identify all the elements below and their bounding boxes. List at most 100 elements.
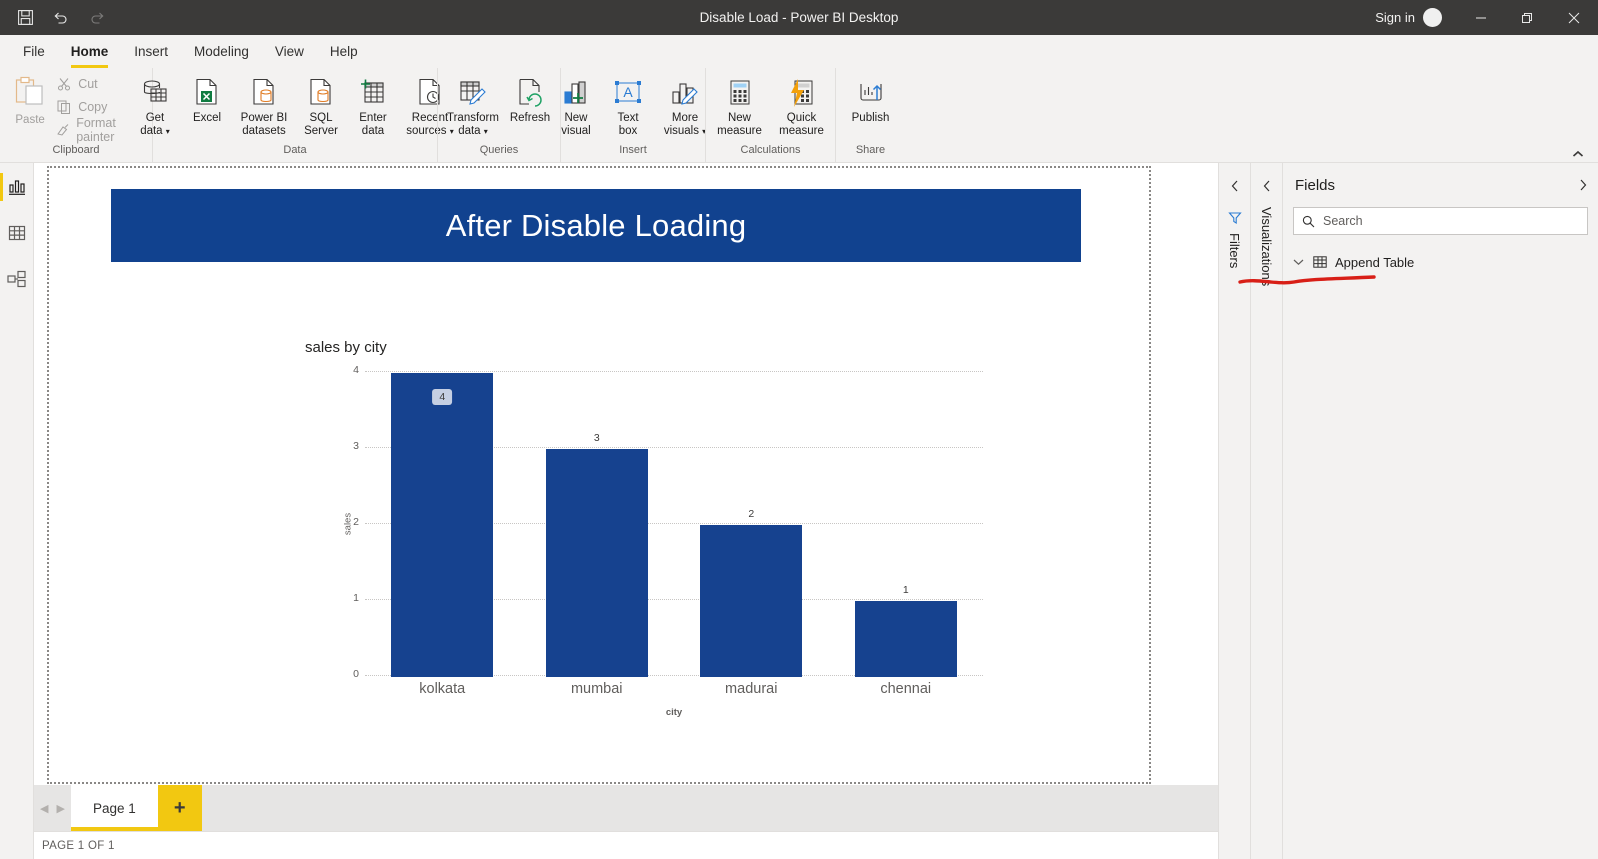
x-axis-label[interactable]: chennai — [855, 681, 957, 697]
data-label-mumbai: 3 — [593, 432, 600, 444]
get-data-button[interactable]: Get data ▾ — [129, 72, 181, 138]
ribbon: Paste Cut Copy Format painter Clipboard … — [0, 68, 1598, 163]
x-axis-labels: kolkata mumbai madurai chennai — [365, 681, 983, 697]
sign-in-button[interactable]: Sign in — [1367, 10, 1423, 25]
title-banner-visual[interactable]: After Disable Loading — [111, 189, 1081, 262]
scissors-icon — [56, 76, 72, 92]
bar-column-chennai[interactable]: 1 — [854, 371, 957, 677]
y-axis-tick: 3 — [353, 440, 359, 452]
paste-label: Paste — [15, 114, 45, 126]
tab-view[interactable]: View — [262, 35, 317, 68]
bar-column-madurai[interactable]: 2 — [700, 371, 803, 677]
chevron-left-icon[interactable]: ◀ — [40, 802, 48, 815]
ribbon-tabs: File Home Insert Modeling View Help — [0, 35, 1598, 68]
tab-file[interactable]: File — [10, 35, 58, 68]
bar-chennai[interactable] — [854, 601, 957, 677]
filters-rail[interactable]: Filters — [1218, 163, 1250, 859]
avatar[interactable] — [1423, 8, 1442, 27]
chevron-right-icon[interactable]: ▶ — [56, 802, 64, 815]
enter-data-line2: data — [361, 125, 385, 137]
page-tab-page-1[interactable]: Page 1 — [70, 785, 158, 831]
visualizations-rail[interactable]: Visualizations — [1250, 163, 1282, 859]
text-box-line2: box — [618, 125, 638, 137]
refresh-button[interactable]: Refresh — [504, 72, 556, 125]
ribbon-group-label-share: Share — [855, 144, 886, 156]
y-axis-tick: 2 — [353, 516, 359, 528]
new-visual-line2: visual — [561, 125, 591, 137]
ribbon-group-label-queries: Queries — [479, 144, 519, 156]
publish-button[interactable]: Publish — [840, 72, 902, 125]
powerbi-datasets-line2: datasets — [242, 125, 286, 137]
excel-label: Excel — [192, 112, 222, 124]
text-box-icon: A — [613, 76, 643, 110]
text-box-button[interactable]: A Text box — [602, 72, 654, 138]
field-table-label: Append Table — [1335, 254, 1415, 270]
copy-icon — [56, 99, 72, 115]
bar-series: 4 3 2 1 — [365, 371, 983, 677]
transform-data-button[interactable]: Transform data ▾ — [442, 72, 504, 138]
x-axis-label[interactable]: madurai — [700, 681, 802, 697]
enter-data-button[interactable]: Enter data — [347, 72, 399, 138]
chevron-left-icon[interactable] — [1230, 175, 1240, 197]
quick-access-toolbar — [0, 7, 108, 29]
sales-by-city-chart[interactable]: sales by city sales 4 3 2 1 0 4 3 2 1 ko… — [293, 339, 983, 729]
banner-text: After Disable Loading — [445, 207, 747, 243]
x-axis-label[interactable]: kolkata — [391, 681, 493, 697]
refresh-icon — [516, 76, 544, 110]
bar-column-mumbai[interactable]: 3 — [545, 371, 648, 677]
excel-button[interactable]: Excel — [181, 72, 233, 125]
tab-home[interactable]: Home — [58, 35, 122, 68]
new-visual-icon — [561, 76, 591, 110]
powerbi-datasets-icon — [250, 76, 278, 110]
search-icon — [1302, 215, 1315, 228]
new-visual-line1: New — [564, 112, 588, 124]
tab-insert[interactable]: Insert — [121, 35, 181, 68]
bar-mumbai[interactable] — [545, 449, 648, 677]
bar-madurai[interactable] — [700, 525, 803, 677]
bar-column-kolkata[interactable]: 4 — [391, 371, 494, 677]
add-page-button[interactable]: + — [157, 785, 202, 831]
restore-icon[interactable] — [1504, 0, 1550, 35]
report-bar-chart-icon — [8, 178, 26, 196]
new-measure-line1: New — [727, 112, 751, 124]
undo-icon[interactable] — [50, 7, 72, 29]
close-icon[interactable] — [1550, 0, 1598, 35]
status-text: PAGE 1 OF 1 — [42, 839, 115, 852]
tab-modeling[interactable]: Modeling — [181, 35, 262, 68]
collapse-ribbon-icon[interactable] — [1568, 146, 1588, 162]
sidebar-item-model-view[interactable] — [0, 263, 34, 295]
quick-measure-icon — [789, 76, 815, 110]
tab-help[interactable]: Help — [317, 35, 371, 68]
search-input[interactable]: Search — [1293, 207, 1588, 235]
field-table-append-table[interactable]: Append Table — [1283, 251, 1598, 273]
sidebar-item-report-view[interactable] — [0, 171, 34, 203]
new-measure-line2: measure — [717, 125, 762, 137]
report-canvas[interactable]: After Disable Loading sales by city sale… — [47, 166, 1151, 784]
bar-kolkata[interactable] — [391, 373, 494, 677]
chevron-down-icon[interactable]: ▾ — [484, 127, 488, 136]
new-measure-button[interactable]: New measure — [709, 72, 771, 138]
sidebar-item-data-view[interactable] — [0, 217, 34, 249]
filters-rail-label: Filters — [1227, 233, 1242, 269]
chevron-down-icon[interactable] — [1293, 258, 1305, 266]
chevron-left-icon[interactable] — [1262, 175, 1272, 197]
chevron-down-icon[interactable]: ▾ — [166, 127, 170, 136]
save-icon[interactable] — [14, 7, 36, 29]
sql-server-button[interactable]: SQL Server — [295, 72, 347, 138]
minimize-icon[interactable] — [1458, 0, 1504, 35]
copy-label: Copy — [78, 100, 108, 114]
window-title: Disable Load - Power BI Desktop — [699, 10, 899, 25]
quick-measure-button[interactable]: Quick measure — [771, 72, 833, 138]
ribbon-group-insert: New visual A Text box More visuals ▾ Ins… — [560, 68, 706, 163]
x-axis-label[interactable]: mumbai — [546, 681, 648, 697]
more-visuals-icon — [670, 76, 700, 110]
powerbi-datasets-button[interactable]: Power BI datasets — [233, 72, 295, 138]
chevron-right-icon[interactable] — [1578, 179, 1588, 191]
sql-server-line2: Server — [304, 125, 338, 137]
new-visual-button[interactable]: New visual — [550, 72, 602, 138]
ribbon-group-label-clipboard: Clipboard — [52, 144, 100, 156]
paste-button[interactable]: Paste — [8, 72, 52, 142]
sql-server-icon — [307, 76, 335, 110]
report-canvas-wrapper: After Disable Loading sales by city sale… — [34, 163, 1218, 785]
fields-pane: Fields Search Append Table — [1282, 163, 1598, 859]
